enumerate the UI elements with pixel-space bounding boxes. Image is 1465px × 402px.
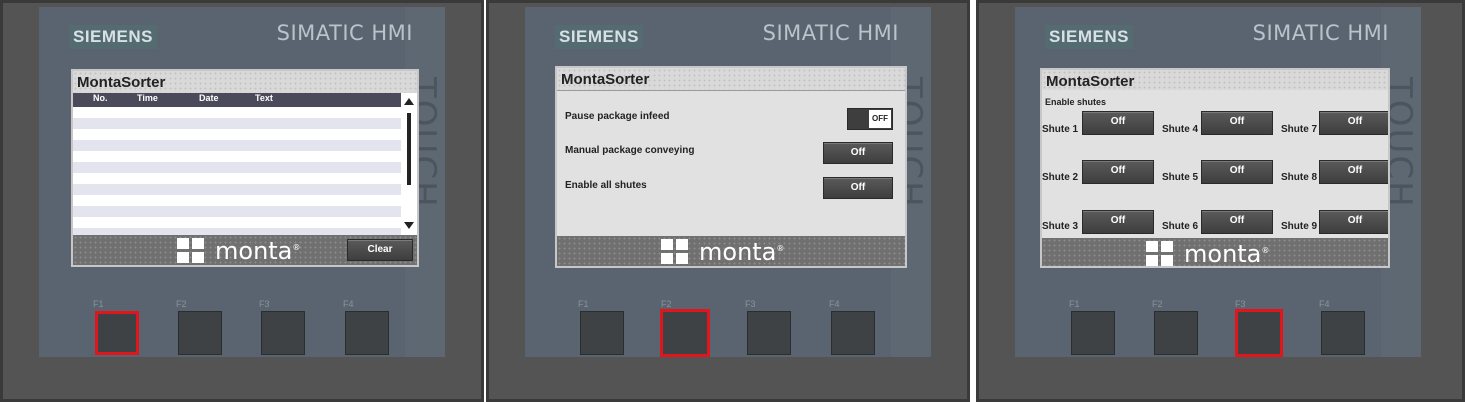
shute-label: Shute 2 <box>1042 172 1079 183</box>
f1-key[interactable] <box>580 311 624 355</box>
f3-key[interactable] <box>747 311 791 355</box>
app-title: MontaSorter <box>1046 73 1135 90</box>
f4-label: F4 <box>1319 299 1330 309</box>
f4-label: F4 <box>343 299 354 309</box>
shute-label: Shute 9 <box>1281 221 1318 232</box>
footer-bar: monta® <box>1042 238 1388 266</box>
f2-label: F2 <box>176 299 187 309</box>
f4-key[interactable] <box>831 311 875 355</box>
monta-logo-text: monta <box>1184 240 1262 268</box>
monta-logo: monta® <box>1146 240 1269 268</box>
shute-3-button[interactable]: Off <box>1082 210 1154 234</box>
manual-conveying-label: Manual package conveying <box>565 145 695 156</box>
alarm-table-header: No. Time Date Text <box>73 93 401 107</box>
f1-key[interactable] <box>1071 311 1115 355</box>
monta-mark-icon <box>1146 241 1174 266</box>
app-title: MontaSorter <box>77 74 166 91</box>
f3-label: F3 <box>745 299 756 309</box>
hmi-screen: MontaSorter No. Time Date Text monta® Cl… <box>71 69 419 267</box>
scroll-thumb[interactable] <box>407 113 411 185</box>
shute-label: Shute 4 <box>1162 124 1199 135</box>
footer-bar: monta® <box>557 236 905 266</box>
column-header[interactable]: No. <box>93 93 108 103</box>
shute-7-button[interactable]: Off <box>1319 111 1388 135</box>
siemens-logo: SIEMENS <box>69 25 158 49</box>
enable-all-shutes-label: Enable all shutes <box>565 180 647 191</box>
f3-key[interactable] <box>1235 309 1283 357</box>
scrollbar[interactable] <box>401 93 417 235</box>
shute-1-button[interactable]: Off <box>1082 111 1154 135</box>
shute-4-button[interactable]: Off <box>1201 111 1273 135</box>
f2-key[interactable] <box>660 309 710 357</box>
f1-label: F1 <box>1069 299 1080 309</box>
f2-label: F2 <box>1152 299 1163 309</box>
hmi-screen: MontaSorter Enable shutes Shute 1 Off Sh… <box>1040 68 1390 268</box>
enable-shutes-heading: Enable shutes <box>1045 97 1107 107</box>
siemens-logo: SIEMENS <box>1045 25 1134 49</box>
hmi-panel-shutes: SIEMENS SIMATIC HMI TOUCH MontaSorter En… <box>976 0 1465 402</box>
monta-mark-icon <box>177 238 205 264</box>
shute-5-button[interactable]: Off <box>1201 160 1273 184</box>
shute-label: Shute 6 <box>1162 221 1199 232</box>
f3-key[interactable] <box>261 311 305 355</box>
shute-label: Shute 7 <box>1281 124 1318 135</box>
scroll-down-icon[interactable] <box>404 222 414 229</box>
manual-conveying-button[interactable]: Off <box>823 142 893 164</box>
app-title: MontaSorter <box>561 71 650 88</box>
f4-key[interactable] <box>1321 311 1365 355</box>
siemens-logo: SIEMENS <box>555 25 644 49</box>
title-bar: MontaSorter <box>1042 70 1388 90</box>
column-header[interactable]: Date <box>199 93 219 103</box>
hmi-panel-settings: SIEMENS SIMATIC HMI TOUCH MontaSorter Pa… <box>486 0 970 402</box>
simatic-hmi-label: SIMATIC HMI <box>1252 21 1389 45</box>
shute-label: Shute 1 <box>1042 124 1079 135</box>
enable-all-shutes-button[interactable]: Off <box>823 177 893 199</box>
f3-label: F3 <box>259 299 270 309</box>
f2-key[interactable] <box>1154 311 1198 355</box>
simatic-hmi-label: SIMATIC HMI <box>276 21 413 45</box>
pause-infeed-toggle[interactable]: OFF <box>847 108 893 130</box>
monta-logo: monta® <box>661 238 784 266</box>
f4-label: F4 <box>829 299 840 309</box>
column-header[interactable]: Text <box>255 93 273 103</box>
shute-8-button[interactable]: Off <box>1319 160 1388 184</box>
hmi-screen: MontaSorter Pause package infeed OFF Man… <box>555 66 907 268</box>
alarm-table-body[interactable] <box>73 107 401 250</box>
pause-infeed-label: Pause package infeed <box>565 111 670 122</box>
f2-key[interactable] <box>178 311 222 355</box>
f1-key[interactable] <box>95 311 139 355</box>
monta-logo: monta® <box>177 237 300 265</box>
f3-label: F3 <box>1235 299 1246 309</box>
f1-label: F1 <box>578 299 589 309</box>
f4-key[interactable] <box>345 311 389 355</box>
shute-label: Shute 5 <box>1162 172 1199 183</box>
clear-button[interactable]: Clear <box>347 239 413 261</box>
simatic-hmi-label: SIMATIC HMI <box>762 21 899 45</box>
hmi-panel-alarm-log: SIEMENS SIMATIC HMI TOUCH MontaSorter No… <box>0 0 484 402</box>
monta-mark-icon <box>661 239 689 265</box>
f2-label: F2 <box>661 299 672 309</box>
shute-9-button[interactable]: Off <box>1319 210 1388 234</box>
column-header[interactable]: Time <box>137 93 158 103</box>
monta-logo-text: monta <box>215 237 293 265</box>
scroll-up-icon[interactable] <box>404 98 414 105</box>
title-bar: MontaSorter <box>557 68 905 91</box>
title-bar: MontaSorter <box>73 71 417 94</box>
monta-logo-text: monta <box>699 238 777 266</box>
shute-label: Shute 8 <box>1281 172 1318 183</box>
shute-6-button[interactable]: Off <box>1201 210 1273 234</box>
shute-2-button[interactable]: Off <box>1082 160 1154 184</box>
footer-bar: monta® Clear <box>73 235 417 265</box>
f1-label: F1 <box>93 299 104 309</box>
shute-label: Shute 3 <box>1042 221 1079 232</box>
